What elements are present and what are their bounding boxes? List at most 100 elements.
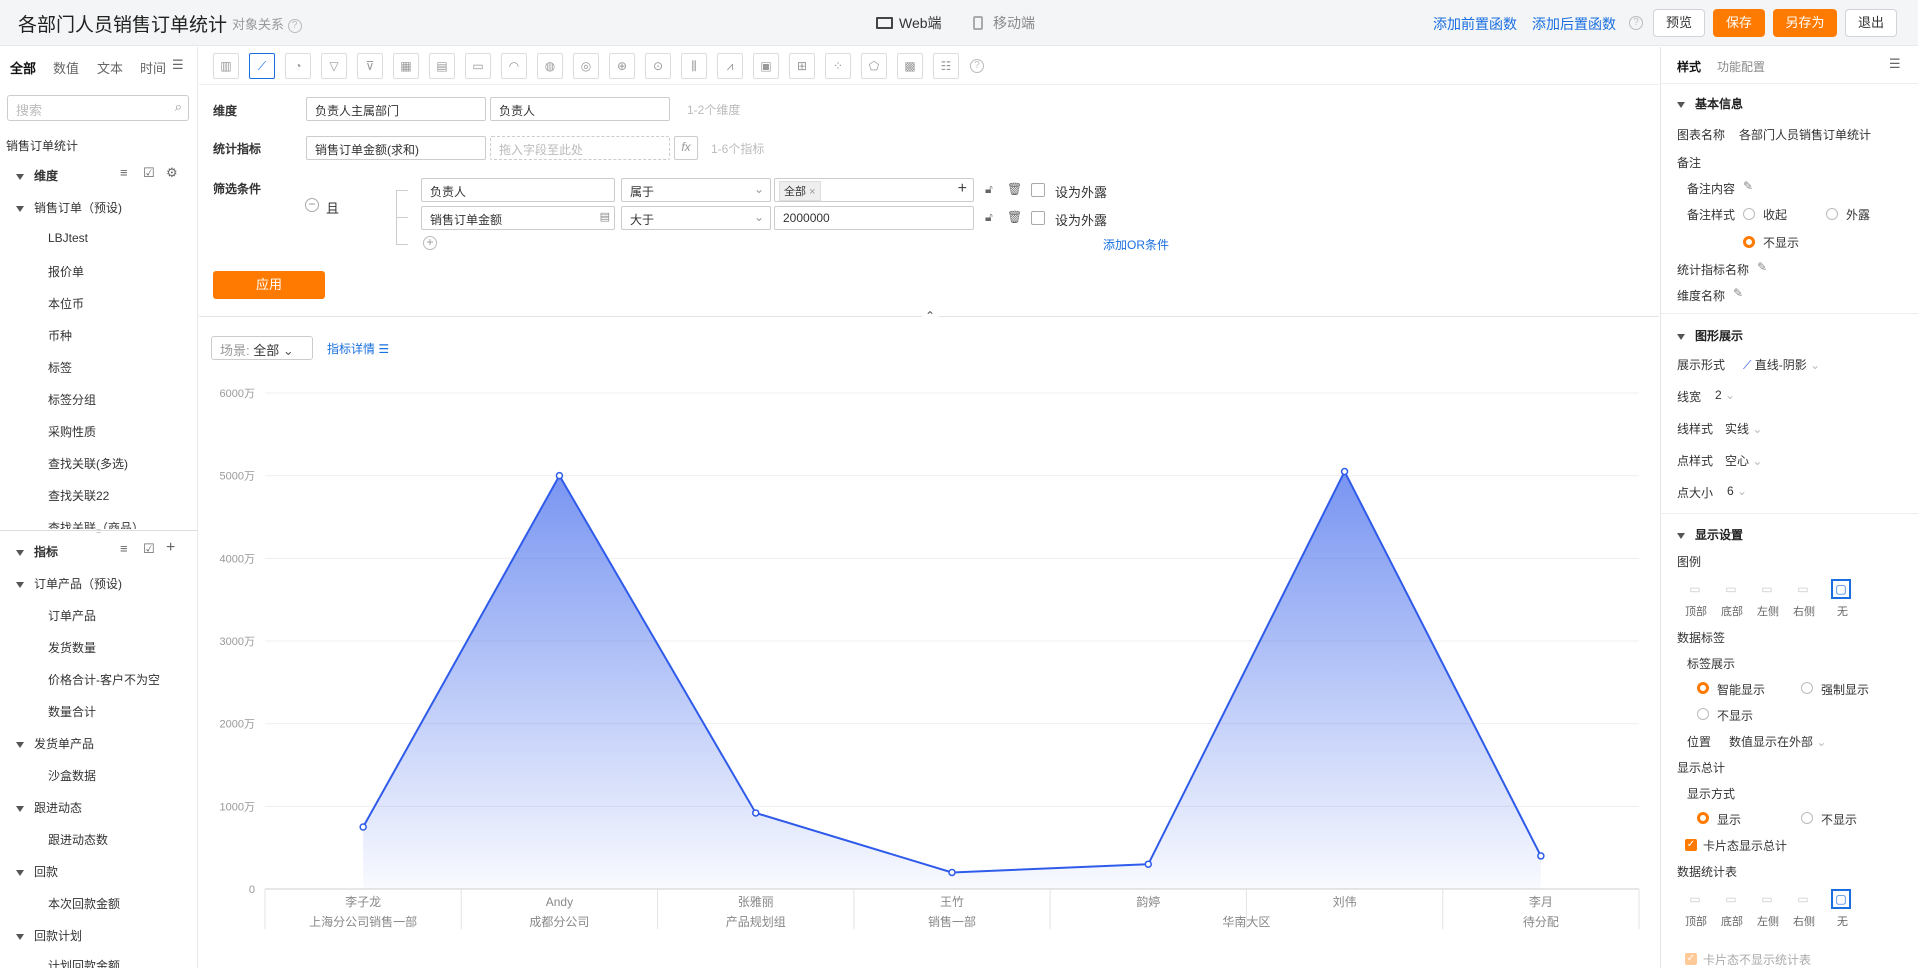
web-tab[interactable]: Web端 — [876, 13, 942, 33]
help-icon[interactable]: ? — [287, 18, 302, 33]
radio-smart[interactable] — [1697, 682, 1709, 694]
batch-select-icon[interactable]: ☑ — [143, 165, 155, 181]
metric-group[interactable]: 订单产品（预设) — [16, 575, 122, 592]
list-item[interactable]: 币种 — [48, 327, 72, 344]
world-chart-icon[interactable]: ⊕ — [609, 53, 635, 79]
exit-button[interactable]: 退出 — [1845, 9, 1897, 37]
collapse-logic-icon[interactable]: − — [305, 198, 319, 212]
filter-operator-select[interactable]: 大于 ⌄ — [621, 206, 771, 230]
radio-expose[interactable] — [1826, 208, 1838, 220]
tab-number[interactable]: 数值 — [53, 58, 79, 77]
add-condition-icon[interactable]: + — [423, 236, 437, 250]
chart-name-value[interactable]: 各部门人员销售订单统计 — [1739, 126, 1871, 143]
card-hide-checkbox[interactable]: ✓ — [1685, 953, 1697, 965]
list-item[interactable]: 查找关联(多选) — [48, 455, 128, 472]
lock-icon[interactable]: 🔓︎ — [985, 182, 993, 197]
list-menu-icon[interactable]: ☰ — [172, 57, 184, 73]
settings-icon[interactable]: ⚙ — [166, 165, 178, 181]
metric-field[interactable]: 销售订单金额(求和) — [306, 136, 486, 160]
line-chart-icon[interactable]: ⟋ — [249, 53, 275, 79]
list-item[interactable]: 数量合计 — [48, 703, 96, 720]
add-icon[interactable]: + — [958, 180, 967, 198]
funnel-chart-icon[interactable]: ▽ — [321, 53, 347, 79]
filter-value-input[interactable]: 2000000 — [774, 206, 974, 230]
formula-icon[interactable]: fx — [674, 136, 698, 160]
list-item[interactable]: 标签 — [48, 359, 72, 376]
display-form-select[interactable]: ⟋ 直线-阴影 ⌄ — [1743, 356, 1820, 373]
stat-bottom-icon[interactable]: ▭ — [1721, 889, 1741, 909]
pie-chart-icon[interactable]: ◔ — [285, 53, 311, 79]
combo-chart-icon[interactable]: ▤ — [429, 53, 455, 79]
list-chart-icon[interactable]: ☷ — [933, 53, 959, 79]
map-chart-icon[interactable]: ◍ — [537, 53, 563, 79]
object-relation-label[interactable]: 对象关系 ? — [232, 14, 302, 33]
close-icon[interactable]: × — [809, 186, 815, 198]
list-item[interactable]: 标签分组 — [48, 391, 96, 408]
filter-operator-select[interactable]: 属于 ⌄ — [621, 178, 771, 202]
metric-drop-zone[interactable]: 拖入字段至此处 — [490, 136, 670, 160]
radar-chart-icon[interactable]: ⬠ — [861, 53, 887, 79]
metric-group[interactable]: 跟进动态 — [16, 799, 82, 816]
bubble-chart-icon[interactable]: ⊙ — [645, 53, 671, 79]
scatter-chart-icon[interactable]: ⁘ — [825, 53, 851, 79]
list-item[interactable]: 计划回款金额 — [48, 957, 120, 968]
filter-field-select[interactable]: 负责人 — [421, 178, 615, 202]
bar-chart-icon[interactable]: ▥ — [213, 53, 239, 79]
graph-section-header[interactable]: 图形展示 — [1677, 327, 1743, 344]
add-post-function-link[interactable]: 添加后置函数 — [1532, 14, 1616, 34]
card-total-checkbox[interactable]: ✓ — [1685, 839, 1697, 851]
legend-right-icon[interactable]: ▭ — [1793, 579, 1813, 599]
preview-button[interactable]: 预览 — [1653, 9, 1705, 37]
legend-none-icon[interactable]: ▢ — [1831, 579, 1851, 599]
area-chart-icon[interactable]: ⩘ — [717, 53, 743, 79]
matrix-chart-icon[interactable]: ▣ — [753, 53, 779, 79]
display-section-header[interactable]: 显示设置 — [1677, 526, 1743, 543]
grid-chart-icon[interactable]: ▩ — [897, 53, 923, 79]
tab-function-config[interactable]: 功能配置 — [1717, 58, 1765, 75]
list-item[interactable]: 价格合计-客户不为空 — [48, 671, 160, 688]
save-button[interactable]: 保存 — [1713, 9, 1765, 37]
list-item[interactable]: 查找关联22 — [48, 487, 109, 504]
edit-icon[interactable]: ✎ — [1757, 260, 1767, 274]
stat-right-icon[interactable]: ▭ — [1793, 889, 1813, 909]
expose-checkbox[interactable] — [1031, 211, 1045, 225]
edit-icon[interactable]: ✎ — [1743, 179, 1753, 193]
tab-all[interactable]: 全部 — [10, 58, 36, 77]
list-item[interactable]: 订单产品 — [48, 607, 96, 624]
apply-button[interactable]: 应用 — [213, 271, 325, 299]
add-or-condition-link[interactable]: 添加OR条件 — [1103, 236, 1169, 253]
column-chart-icon[interactable]: ⫼ — [681, 53, 707, 79]
help-icon[interactable]: ? — [970, 59, 984, 73]
radio-collapse[interactable] — [1743, 208, 1755, 220]
legend-left-icon[interactable]: ▭ — [1757, 579, 1777, 599]
pivot-chart-icon[interactable]: ⊞ — [789, 53, 815, 79]
line-style-select[interactable]: 实线 ⌄ — [1725, 420, 1762, 437]
funnel-alt-chart-icon[interactable]: ⊽ — [357, 53, 383, 79]
stat-left-icon[interactable]: ▭ — [1757, 889, 1777, 909]
stat-top-icon[interactable]: ▭ — [1685, 889, 1705, 909]
list-item[interactable]: LBJtest — [48, 231, 88, 245]
point-style-select[interactable]: 空心 ⌄ — [1725, 452, 1762, 469]
tab-style[interactable]: 样式 — [1677, 58, 1701, 75]
lock-icon[interactable]: 🔓︎ — [985, 210, 993, 225]
dimension-field[interactable]: 负责人 — [490, 97, 670, 121]
radio-show-total[interactable] — [1697, 812, 1709, 824]
trash-icon[interactable]: 🗑︎ — [1007, 182, 1022, 196]
filter-value-select[interactable]: 全部 × + — [774, 178, 974, 202]
metric-group[interactable]: 发货单产品 — [16, 735, 94, 752]
metric-detail-link[interactable]: 指标详情 ☰ — [327, 340, 389, 357]
expose-checkbox[interactable] — [1031, 183, 1045, 197]
globe-chart-icon[interactable]: ◎ — [573, 53, 599, 79]
filter-field-select[interactable]: 销售订单金额 ▤ — [421, 206, 615, 230]
tab-text[interactable]: 文本 — [97, 58, 123, 77]
list-item[interactable]: 采购性质 — [48, 423, 96, 440]
gauge-chart-icon[interactable]: ◠ — [501, 53, 527, 79]
legend-top-icon[interactable]: ▭ — [1685, 579, 1705, 599]
table-chart-icon[interactable]: ▦ — [393, 53, 419, 79]
line-width-select[interactable]: 2 ⌄ — [1715, 388, 1735, 402]
basic-info-header[interactable]: 基本信息 — [1677, 95, 1743, 112]
tab-time[interactable]: 时间 — [140, 58, 166, 77]
radio-hide-label[interactable] — [1697, 708, 1709, 720]
mobile-tab[interactable]: 移动端 — [973, 13, 1035, 33]
metric-header[interactable]: 指标 — [16, 543, 58, 560]
